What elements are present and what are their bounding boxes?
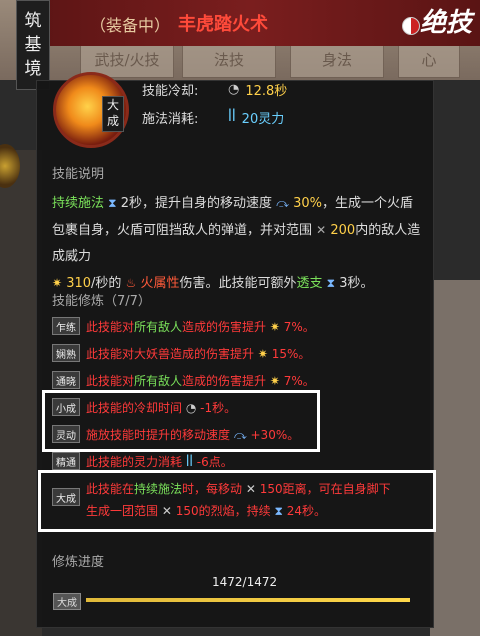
progress-title: 修炼进度 bbox=[52, 555, 105, 570]
rank-badge: 大成 bbox=[102, 96, 124, 132]
skill-description: 持续施法 ⧗ 2秒，提升自身的移动速度 ⤼ 30%，生成一个火盾包裹自身，火盾可… bbox=[52, 190, 422, 297]
row-text: 此技能对大妖兽造成的伤害提升 bbox=[86, 346, 255, 361]
yin-yang-icon bbox=[402, 17, 420, 35]
progress-value: 1472/1472 bbox=[212, 575, 278, 589]
row-green: 所有敌人 bbox=[134, 373, 183, 388]
row-value: 7%。 bbox=[283, 319, 315, 334]
row-text: 此技能的灵力消耗 bbox=[86, 454, 183, 469]
hourglass-icon: ⧗ bbox=[326, 276, 336, 290]
realm-tab-char: 筑 bbox=[24, 11, 42, 31]
skill-type-logo: 绝技 bbox=[420, 8, 473, 38]
row-text: 此技能对 bbox=[86, 373, 135, 388]
desc-value: 310 bbox=[66, 276, 92, 291]
desc-text: 2秒，提升自身的移动速度 bbox=[120, 196, 273, 211]
hourglass-icon: ⧗ bbox=[108, 196, 117, 210]
desc-text: 3秒。 bbox=[339, 276, 374, 291]
level-tag: 乍练 bbox=[52, 317, 80, 335]
level-tag: 精通 bbox=[52, 452, 80, 470]
cultivation-row: 通晓 此技能对所有敌人造成的伤害提升 ✷ 7%。 bbox=[52, 370, 315, 390]
cooldown-label: 技能冷却: bbox=[142, 84, 199, 99]
row-green: 所有敌人 bbox=[134, 319, 183, 334]
range-icon: ✕ bbox=[316, 223, 327, 237]
cooldown-text: 12.8秒 bbox=[245, 84, 288, 99]
row-text: 造成的伤害提升 bbox=[182, 319, 267, 334]
desc-fire: 火属性 bbox=[140, 276, 180, 291]
cost-text: 20灵力 bbox=[241, 112, 285, 127]
cultivation-row: 娴熟 此技能对大妖兽造成的伤害提升 ✷ 15%。 bbox=[52, 343, 310, 363]
progress-rank-tag: 大成 bbox=[53, 593, 81, 610]
cultivation-row: 精通 此技能的灵力消耗 ꟾꟾ -6点。 bbox=[52, 451, 233, 471]
row-value: 15%。 bbox=[271, 346, 311, 361]
progress-bar-fill bbox=[86, 598, 410, 602]
clock-icon: ◔ bbox=[228, 82, 240, 97]
boot-icon: ⤼ bbox=[276, 196, 289, 210]
desc-overdraw: 透支 bbox=[296, 276, 323, 291]
progress-bar bbox=[86, 598, 410, 602]
realm-tab-char: 境 bbox=[24, 59, 42, 79]
highlight-box bbox=[38, 470, 436, 532]
spirit-icon: ꟾꟾ bbox=[185, 454, 193, 469]
skill-title: 丰虎踏火术 bbox=[178, 14, 268, 35]
power-icon: ✷ bbox=[257, 346, 268, 361]
cooldown-value: ◔ 12.8秒 bbox=[228, 80, 287, 99]
desc-text: 伤害。此技能可额外 bbox=[179, 276, 297, 291]
desc-channel: 持续施法 bbox=[52, 196, 105, 211]
cultivation-title: 技能修炼（7/7） bbox=[52, 294, 151, 309]
row-text: 造成的伤害提升 bbox=[182, 373, 267, 388]
background-right bbox=[430, 280, 480, 636]
power-icon: ✷ bbox=[269, 319, 280, 334]
cost-label: 施法消耗: bbox=[142, 112, 199, 127]
equipped-tag: （装备中） bbox=[90, 16, 171, 35]
cost-value: ꟾꟾ 20灵力 bbox=[228, 108, 284, 127]
spirit-icon: ꟾꟾ bbox=[228, 110, 236, 125]
realm-tab-char: 基 bbox=[24, 35, 42, 55]
desc-text: /秒的 bbox=[91, 276, 122, 291]
desc-value: 200 bbox=[330, 223, 356, 238]
row-value: -6点。 bbox=[196, 454, 233, 469]
row-value: 7%。 bbox=[283, 373, 315, 388]
realm-tab[interactable]: 筑 基 境 bbox=[16, 0, 50, 90]
description-title: 技能说明 bbox=[52, 167, 105, 182]
row-text: 此技能对 bbox=[86, 319, 135, 334]
desc-value: 30% bbox=[293, 196, 323, 211]
level-tag: 通晓 bbox=[52, 371, 80, 389]
power-icon: ✷ bbox=[269, 373, 280, 388]
level-tag: 娴熟 bbox=[52, 344, 80, 362]
cultivation-row: 乍练 此技能对所有敌人造成的伤害提升 ✷ 7%。 bbox=[52, 316, 315, 336]
highlight-box bbox=[42, 390, 320, 452]
